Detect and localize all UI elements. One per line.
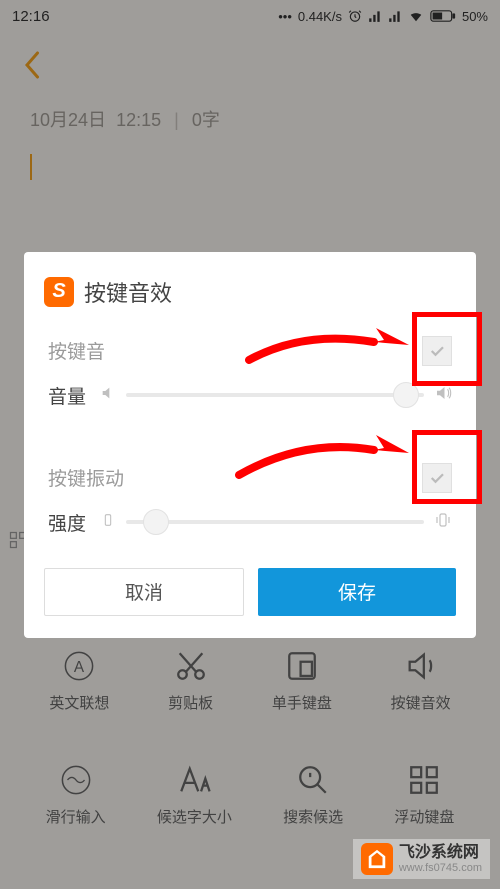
intensity-slider-thumb[interactable] [143,509,169,535]
volume-slider-row: 音量 [24,376,476,427]
vibrate-high-icon [434,511,452,534]
vibrate-low-icon [100,512,116,533]
watermark-title: 飞沙系统网 [399,844,482,862]
volume-slider[interactable] [126,393,424,397]
save-button[interactable]: 保存 [258,568,456,616]
intensity-slider-row: 强度 [24,503,476,554]
sound-settings-dialog: S 按键音效 按键音 音量 按键振动 [24,252,476,638]
vibration-label: 按键振动 [48,464,422,491]
dialog-header: S 按键音效 [24,276,476,326]
modal-overlay[interactable]: S 按键音效 按键音 音量 按键振动 [0,0,500,889]
volume-high-icon [434,384,452,407]
keysound-checkbox[interactable] [422,336,452,366]
keysound-label: 按键音 [48,337,422,364]
watermark: 飞沙系统网 www.fs0745.com [353,839,490,879]
volume-label: 音量 [48,382,90,409]
dialog-buttons: 取消 保存 [24,554,476,618]
watermark-url: www.fs0745.com [399,862,482,874]
keysound-row: 按键音 [24,326,476,376]
volume-low-icon [100,385,116,406]
vibration-checkbox[interactable] [422,463,452,493]
sogou-logo-icon: S [44,277,74,307]
intensity-label: 强度 [48,509,90,536]
volume-slider-thumb[interactable] [393,382,419,408]
watermark-text: 飞沙系统网 www.fs0745.com [399,844,482,874]
intensity-slider[interactable] [126,520,424,524]
watermark-logo-icon [361,843,393,875]
cancel-button[interactable]: 取消 [44,568,244,616]
dialog-title: 按键音效 [84,276,172,308]
vibration-row: 按键振动 [24,453,476,503]
